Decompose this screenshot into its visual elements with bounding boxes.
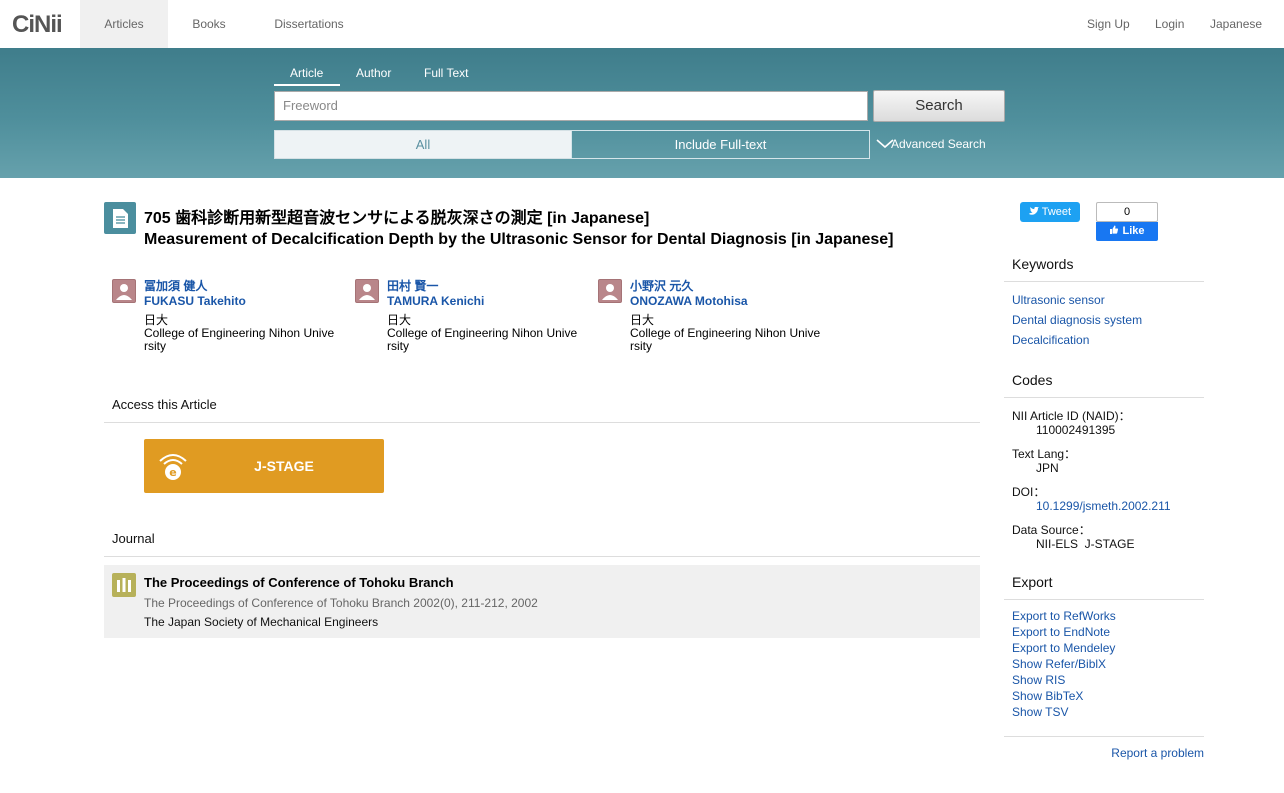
text-lang-label: Text Lang： bbox=[1012, 447, 1077, 461]
active-tab-indicator bbox=[274, 84, 340, 86]
search-tab-article[interactable]: Article bbox=[290, 66, 323, 80]
journal-icon bbox=[112, 573, 136, 597]
author-name-ja[interactable]: 小野沢 元久 bbox=[630, 279, 830, 293]
journal-citation: The Proceedings of Conference of Tohoku … bbox=[144, 596, 538, 610]
scope-fulltext-toggle[interactable]: Include Full-text bbox=[571, 130, 870, 159]
facebook-like-label: Like bbox=[1122, 225, 1145, 237]
author-avatar-icon bbox=[598, 279, 622, 303]
author-name-en[interactable]: FUKASU Takehito bbox=[144, 293, 344, 309]
divider bbox=[1004, 281, 1204, 282]
naid-value: 110002491395 bbox=[1036, 423, 1116, 437]
jstage-label: J-STAGE bbox=[254, 458, 314, 474]
tab-articles[interactable]: Articles bbox=[80, 0, 168, 48]
journal-heading: Journal bbox=[112, 531, 155, 546]
report-problem-link[interactable]: Report a problem bbox=[1111, 746, 1204, 760]
author-affiliation-ja: 日大 bbox=[387, 313, 412, 327]
author-card: 小野沢 元久 ONOZAWA Motohisa 日大 College of En… bbox=[598, 279, 830, 353]
article-title-en: Measurement of Decalcification Depth by … bbox=[144, 231, 894, 248]
cinii-logo[interactable]: CiNii bbox=[12, 11, 63, 39]
show-refer-link[interactable]: Show Refer/BiblX bbox=[1012, 657, 1106, 671]
journal-publisher: The Japan Society of Mechanical Engineer… bbox=[144, 615, 379, 629]
jstage-button[interactable]: e J-STAGE bbox=[144, 439, 384, 493]
signup-link[interactable]: Sign Up bbox=[1087, 0, 1130, 48]
text-lang-value: JPN bbox=[1036, 461, 1059, 475]
author-affiliation-en: College of Engineering Nihon University bbox=[387, 326, 578, 353]
doi-link[interactable]: 10.1299/jsmeth.2002.211 bbox=[1036, 499, 1171, 513]
author-affiliation-en: College of Engineering Nihon University bbox=[630, 326, 821, 353]
data-source-value: NII-ELS J-STAGE bbox=[1036, 537, 1135, 551]
article-document-icon bbox=[104, 202, 136, 234]
show-ris-link[interactable]: Show RIS bbox=[1012, 673, 1065, 687]
show-bibtex-link[interactable]: Show BibTeX bbox=[1012, 689, 1083, 703]
codes-heading: Codes bbox=[1012, 372, 1053, 388]
advanced-search-link[interactable]: Advanced Search bbox=[876, 137, 986, 151]
access-heading: Access this Article bbox=[112, 397, 217, 412]
facebook-like-button[interactable]: Like bbox=[1096, 222, 1158, 241]
tab-books[interactable]: Books bbox=[168, 0, 250, 48]
author-name-en[interactable]: ONOZAWA Motohisa bbox=[630, 293, 830, 309]
login-link[interactable]: Login bbox=[1155, 0, 1184, 48]
search-tab-fulltext[interactable]: Full Text bbox=[424, 66, 468, 80]
author-card: 田村 賢一 TAMURA Kenichi 日大 College of Engin… bbox=[355, 279, 587, 353]
search-button[interactable]: Search bbox=[873, 90, 1005, 122]
journal-card: The Proceedings of Conference of Tohoku … bbox=[104, 565, 980, 638]
tweet-button[interactable]: Tweet bbox=[1020, 202, 1080, 222]
scope-all-toggle[interactable]: All bbox=[274, 130, 572, 159]
author-avatar-icon bbox=[355, 279, 379, 303]
divider bbox=[1004, 397, 1204, 398]
thumbs-up-icon bbox=[1109, 225, 1122, 237]
search-input[interactable]: Freeword bbox=[274, 91, 868, 121]
author-card: 冨加須 健人 FUKASU Takehito 日大 College of Eng… bbox=[112, 279, 344, 353]
top-navbar: CiNii Articles Books Dissertations Sign … bbox=[0, 0, 1284, 48]
export-endnote-link[interactable]: Export to EndNote bbox=[1012, 625, 1110, 639]
author-affiliation-ja: 日大 bbox=[630, 313, 655, 327]
author-name-en[interactable]: TAMURA Kenichi bbox=[387, 293, 587, 309]
data-source-label: Data Source： bbox=[1012, 523, 1091, 537]
tab-dissertations[interactable]: Dissertations bbox=[250, 0, 368, 48]
divider bbox=[104, 556, 980, 557]
journal-title[interactable]: The Proceedings of Conference of Tohoku … bbox=[144, 575, 454, 590]
show-tsv-link[interactable]: Show TSV bbox=[1012, 705, 1068, 719]
divider bbox=[1004, 736, 1204, 737]
twitter-bird-icon bbox=[1028, 206, 1042, 218]
facebook-like-count: 0 bbox=[1096, 202, 1158, 222]
author-affiliation-en: College of Engineering Nihon University bbox=[144, 326, 335, 353]
chevron-down-icon bbox=[876, 137, 894, 149]
export-refworks-link[interactable]: Export to RefWorks bbox=[1012, 609, 1116, 623]
article-title-ja: 705 歯科診断用新型超音波センサによる脱灰深さの測定 [in Japanese… bbox=[144, 210, 650, 227]
author-name-ja[interactable]: 冨加須 健人 bbox=[144, 279, 344, 293]
language-link[interactable]: Japanese bbox=[1210, 0, 1262, 48]
divider bbox=[104, 422, 980, 423]
keyword-link[interactable]: Ultrasonic sensor bbox=[1012, 293, 1105, 307]
export-mendeley-link[interactable]: Export to Mendeley bbox=[1012, 641, 1115, 655]
keywords-heading: Keywords bbox=[1012, 256, 1074, 272]
export-heading: Export bbox=[1012, 574, 1053, 590]
author-affiliation-ja: 日大 bbox=[144, 313, 169, 327]
author-avatar-icon bbox=[112, 279, 136, 303]
keyword-link[interactable]: Dental diagnosis system bbox=[1012, 313, 1142, 327]
author-name-ja[interactable]: 田村 賢一 bbox=[387, 279, 587, 293]
search-tab-author[interactable]: Author bbox=[356, 66, 391, 80]
keyword-link[interactable]: Decalcification bbox=[1012, 333, 1089, 347]
advanced-search-label: Advanced Search bbox=[891, 137, 986, 151]
tweet-label: Tweet bbox=[1041, 206, 1072, 218]
naid-label: NII Article ID (NAID)： bbox=[1012, 409, 1131, 423]
doi-label: DOI： bbox=[1012, 485, 1046, 499]
divider bbox=[1004, 599, 1204, 600]
